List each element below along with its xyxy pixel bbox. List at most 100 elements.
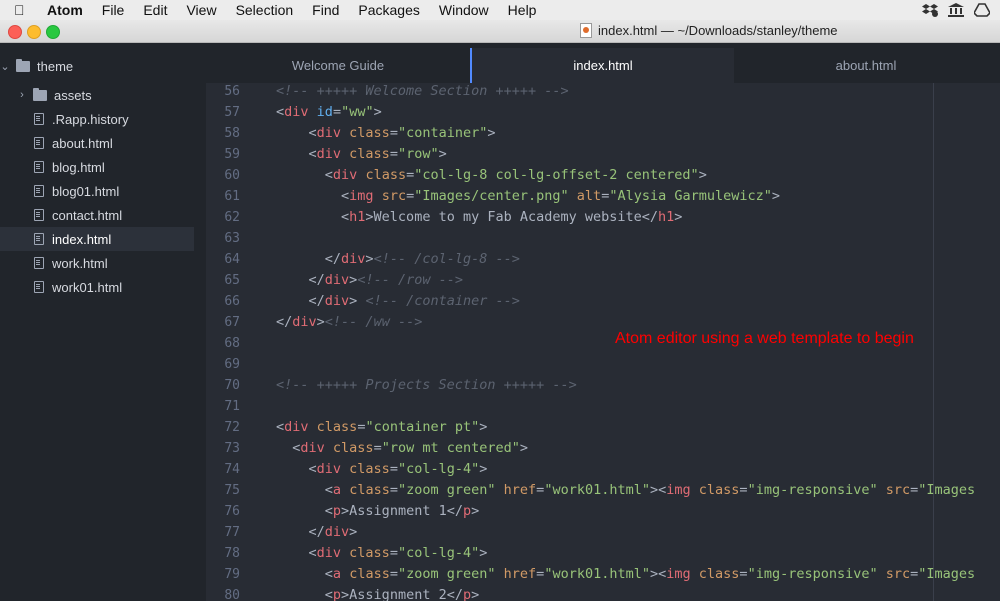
menu-window[interactable]: Window (439, 2, 489, 18)
code-line[interactable]: 60 <div class="col-lg-8 col-lg-offset-2 … (206, 165, 1000, 186)
line-number: 71 (224, 399, 240, 414)
tree-file-contact[interactable]: contact.html (0, 203, 194, 227)
code-line[interactable]: 59 <div class="row"> (206, 144, 1000, 165)
tree-root-theme[interactable]: ⌄ theme (0, 56, 194, 76)
window-title-bar: index.html — ~/Downloads/stanley/theme (0, 20, 1000, 43)
dropbox-icon[interactable] (922, 3, 938, 17)
code-line[interactable]: 76 <p>Assignment 1</p> (206, 501, 1000, 522)
code-line[interactable]: 75 <a class="zoom green" href="work01.ht… (206, 480, 1000, 501)
code-text: <div class="row mt centered"> (276, 440, 529, 456)
code-text: </div> (276, 524, 358, 540)
line-number: 70 (224, 378, 240, 393)
menu-edit[interactable]: Edit (143, 2, 167, 18)
menu-app[interactable]: Atom (47, 2, 83, 18)
code-line[interactable]: 65 </div><!-- /row --> (206, 270, 1000, 291)
museum-icon[interactable] (948, 3, 964, 17)
code-line[interactable]: 70 <!-- +++++ Projects Section +++++ --> (206, 375, 1000, 396)
tree-file-work[interactable]: work.html (0, 251, 194, 275)
file-icon (34, 209, 44, 221)
file-icon (34, 185, 44, 197)
code-text: </div> <!-- /container --> (276, 293, 520, 309)
tab-index-html[interactable]: index.html (470, 48, 734, 83)
menu-help[interactable]: Help (508, 2, 537, 18)
tree-folder-label: assets (54, 87, 92, 103)
code-text: </div><!-- /row --> (276, 272, 463, 288)
code-text: <div class="container"> (276, 125, 496, 141)
chevron-down-icon[interactable]: ⌄ (0, 60, 10, 73)
code-line[interactable]: 64 </div><!-- /col-lg-8 --> (206, 249, 1000, 270)
code-text: <div id="ww"> (276, 104, 382, 120)
line-number: 57 (224, 105, 240, 120)
tree-file-index[interactable]: index.html (0, 227, 194, 251)
tree-file-label: index.html (52, 231, 112, 247)
tree-file-blog[interactable]: blog.html (0, 155, 194, 179)
menu-selection[interactable]: Selection (236, 2, 294, 18)
line-number: 69 (224, 357, 240, 372)
line-number: 74 (224, 462, 240, 477)
tree-file-blog01[interactable]: blog01.html (0, 179, 194, 203)
window-title-text: index.html — ~/Downloads/stanley/theme (598, 23, 838, 38)
line-number: 73 (224, 441, 240, 456)
tab-welcome-guide[interactable]: Welcome Guide (206, 48, 470, 83)
chevron-right-icon[interactable]: › (17, 89, 27, 101)
tree-view: ⌄ theme › assets .Rapp.history about.htm… (0, 43, 194, 601)
code-line[interactable]: 71 (206, 396, 1000, 417)
code-text: </div><!-- /ww --> (276, 314, 423, 330)
tree-folder-assets[interactable]: › assets (0, 83, 194, 107)
maximize-window-button[interactable] (46, 25, 60, 39)
code-text: <img src="Images/center.png" alt="Alysia… (276, 188, 781, 204)
tree-file-work01[interactable]: work01.html (0, 275, 194, 299)
code-line[interactable]: 66 </div> <!-- /container --> (206, 291, 1000, 312)
tree-file-rapp-history[interactable]: .Rapp.history (0, 107, 194, 131)
tab-label: about.html (835, 58, 897, 73)
minimize-window-button[interactable] (27, 25, 41, 39)
menu-view[interactable]: View (186, 2, 216, 18)
code-line[interactable]: 72 <div class="container pt"> (206, 417, 1000, 438)
file-icon (34, 137, 44, 149)
line-number: 58 (224, 126, 240, 141)
code-line[interactable]: 57 <div id="ww"> (206, 102, 1000, 123)
code-line[interactable]: 79 <a class="zoom green" href="work01.ht… (206, 564, 1000, 585)
code-line[interactable]: 69 (206, 354, 1000, 375)
code-text: <div class="col-lg-4"> (276, 461, 488, 477)
code-line[interactable]: 63 (206, 228, 1000, 249)
line-number: 77 (224, 525, 240, 540)
tab-about-html[interactable]: about.html (734, 48, 998, 83)
tree-view-resize-handle[interactable] (194, 43, 206, 601)
menu-find[interactable]: Find (312, 2, 339, 18)
line-number: 63 (224, 231, 240, 246)
line-number: 62 (224, 210, 240, 225)
code-text: <!-- +++++ Projects Section +++++ --> (276, 377, 577, 393)
document-icon (580, 23, 592, 38)
apple-icon[interactable]:  (14, 2, 30, 18)
tree-file-about[interactable]: about.html (0, 131, 194, 155)
tab-label: index.html (573, 58, 633, 73)
line-number: 80 (224, 588, 240, 601)
window-title: index.html — ~/Downloads/stanley/theme (580, 23, 838, 38)
line-number: 64 (224, 252, 240, 267)
menu-packages[interactable]: Packages (358, 2, 419, 18)
code-line[interactable]: 78 <div class="col-lg-4"> (206, 543, 1000, 564)
code-line[interactable]: 80 <p>Assignment 2</p> (206, 585, 1000, 601)
line-number: 76 (224, 504, 240, 519)
code-line[interactable]: 61 <img src="Images/center.png" alt="Aly… (206, 186, 1000, 207)
code-line[interactable]: 56 <!-- +++++ Welcome Section +++++ --> (206, 83, 1000, 102)
code-text: <h1>Welcome to my Fab Academy website</h… (276, 209, 683, 225)
code-line[interactable]: 77 </div> (206, 522, 1000, 543)
code-text: <p>Assignment 1</p> (276, 503, 480, 519)
code-line[interactable]: 73 <div class="row mt centered"> (206, 438, 1000, 459)
google-drive-icon[interactable] (973, 3, 991, 17)
menu-bar:  Atom File Edit View Selection Find Pac… (0, 0, 1000, 20)
code-line[interactable]: 58 <div class="container"> (206, 123, 1000, 144)
line-number: 65 (224, 273, 240, 288)
tree-file-label: blog.html (52, 159, 105, 175)
code-line[interactable]: 74 <div class="col-lg-4"> (206, 459, 1000, 480)
line-number: 59 (224, 147, 240, 162)
code-line[interactable]: 62 <h1>Welcome to my Fab Academy website… (206, 207, 1000, 228)
tree-file-label: work.html (52, 255, 108, 271)
tab-label: Welcome Guide (291, 58, 385, 73)
line-number: 68 (224, 336, 240, 351)
close-window-button[interactable] (8, 25, 22, 39)
menu-file[interactable]: File (102, 2, 125, 18)
tab-bar: Welcome Guide index.html about.html (206, 43, 1000, 83)
